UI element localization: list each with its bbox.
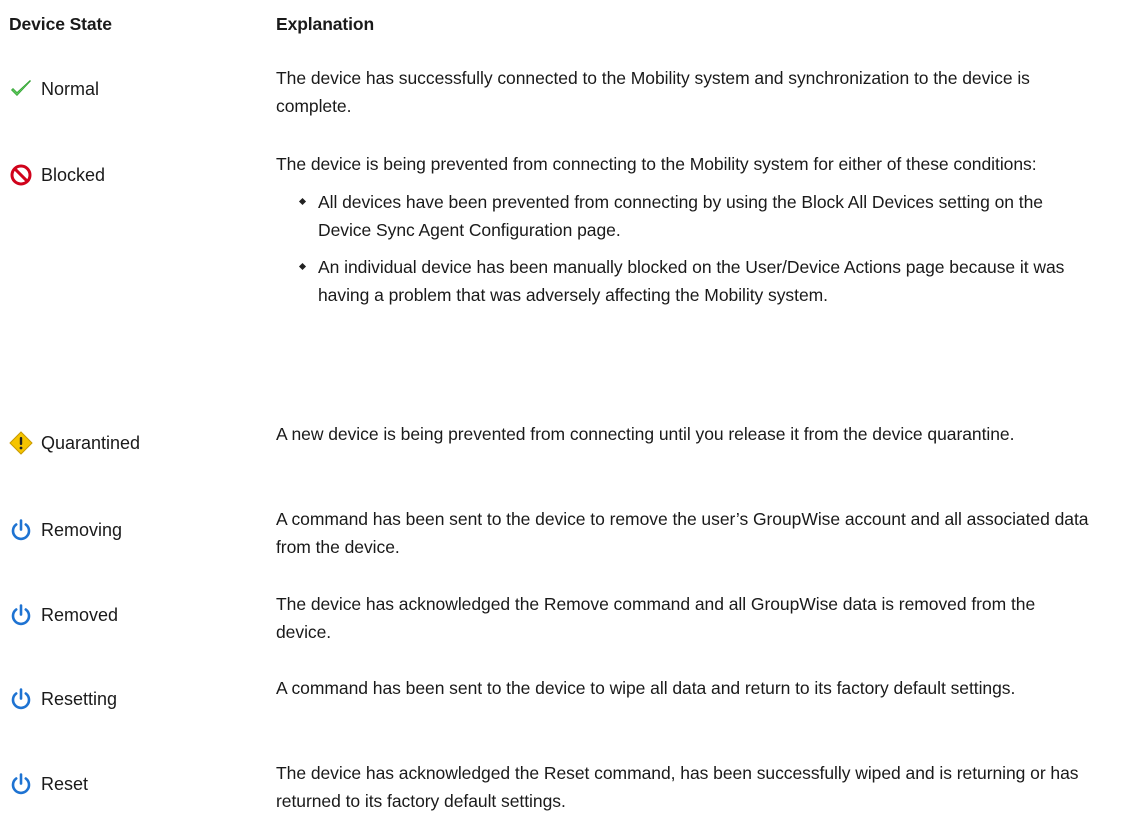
power-icon <box>9 518 33 542</box>
explanation-text: The device is being prevented from conne… <box>276 154 1037 174</box>
power-icon <box>9 687 33 711</box>
power-icon <box>9 772 33 796</box>
list-item: All devices have been prevented from con… <box>296 188 1091 244</box>
state-label: Removing <box>41 519 123 540</box>
explanation-cell: The device has successfully connected to… <box>276 68 1030 116</box>
state-cell: Quarantined <box>9 430 140 456</box>
bullet-icon <box>298 262 307 271</box>
state-cell: Removed <box>9 602 118 628</box>
state-cell: Resetting <box>9 686 117 712</box>
list-item-text: An individual device has been manually b… <box>318 257 1065 305</box>
explanation-cell: The device has acknowledged the Remove c… <box>276 594 1036 642</box>
header-explanation: Explanation <box>276 14 375 34</box>
bullet-icon <box>298 197 307 206</box>
blocked-icon <box>9 163 33 187</box>
explanation-cell: The device has acknowledged the Reset co… <box>276 763 1079 811</box>
state-label: Quarantined <box>41 432 141 453</box>
state-label: Normal <box>41 78 100 99</box>
list-item: An individual device has been manually b… <box>296 253 1091 309</box>
list-item-text: All devices have been prevented from con… <box>318 192 1043 240</box>
state-label: Removed <box>41 604 119 625</box>
warning-icon <box>9 431 33 455</box>
condition-list: All devices have been prevented from con… <box>276 188 1091 309</box>
header-device-state: Device State <box>9 14 112 34</box>
device-state-table: Device State Explanation Normal The devi… <box>0 0 1129 821</box>
state-label: Blocked <box>41 164 106 185</box>
state-cell: Normal <box>9 76 99 102</box>
state-cell: Reset <box>9 771 88 797</box>
explanation-cell: The device is being prevented from conne… <box>276 150 1091 318</box>
state-cell: Removing <box>9 517 122 543</box>
checkmark-icon <box>9 77 33 101</box>
table-header: Device State Explanation <box>9 12 1119 38</box>
state-cell: Blocked <box>9 162 105 188</box>
explanation-cell: A command has been sent to the device to… <box>276 678 1016 698</box>
explanation-cell: A new device is being prevented from con… <box>276 424 1015 444</box>
explanation-cell: A command has been sent to the device to… <box>276 509 1089 557</box>
state-label: Reset <box>41 773 89 794</box>
power-icon <box>9 603 33 627</box>
state-label: Resetting <box>41 688 118 709</box>
